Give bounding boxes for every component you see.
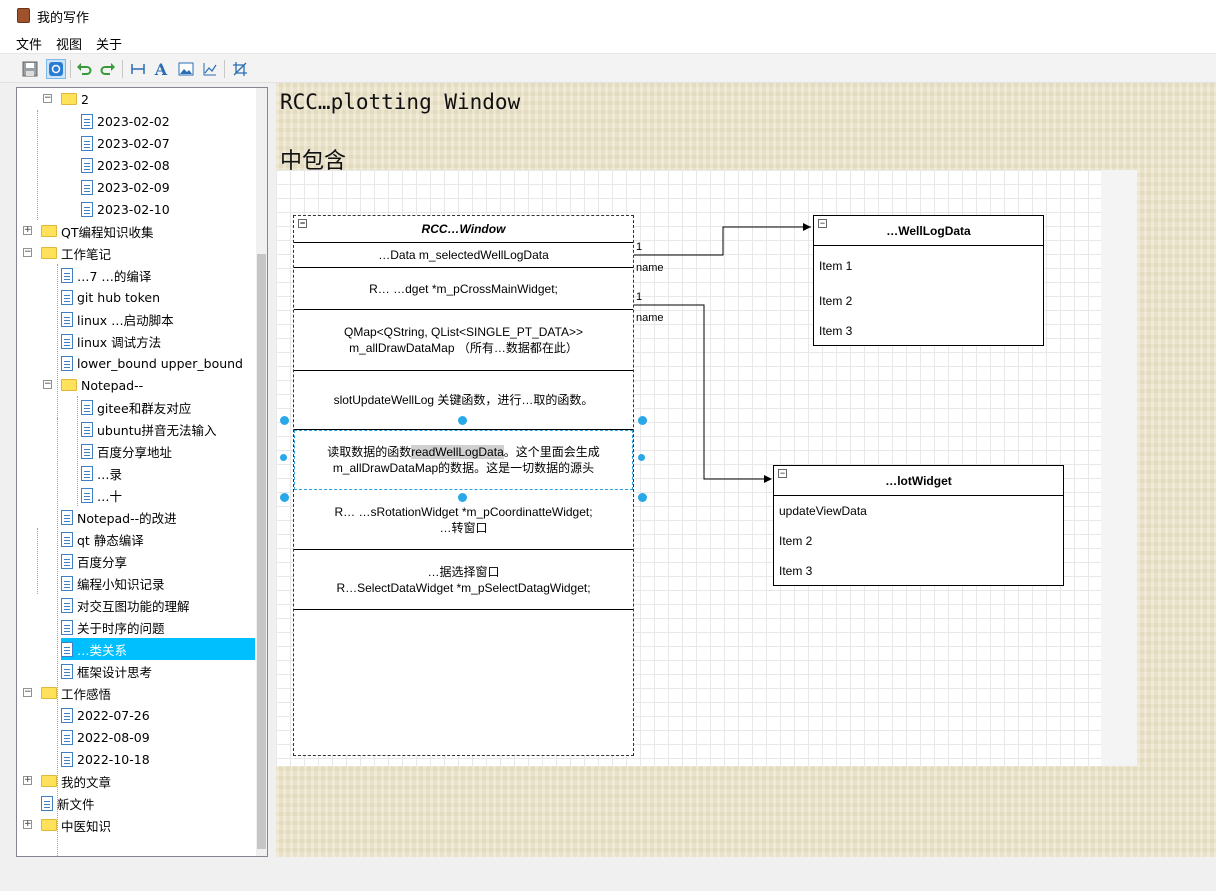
status-bar xyxy=(0,857,1216,891)
class-box-plot-widget[interactable]: − …lotWidget updateViewData Item 2 Item … xyxy=(773,465,1064,586)
class-title[interactable]: − …lotWidget xyxy=(774,466,1063,496)
class-item[interactable]: Item 2 xyxy=(819,294,852,308)
class-item[interactable]: Item 2 xyxy=(779,534,812,548)
connectors xyxy=(634,223,811,483)
class-box-well-log-data[interactable]: − …WellLogData Item 1 Item 2 Item 3 xyxy=(813,215,1044,346)
class-item[interactable]: Item 3 xyxy=(819,324,852,338)
collapse-icon[interactable]: − xyxy=(778,469,787,478)
edge-label: name xyxy=(636,312,664,324)
class-title[interactable]: − …WellLogData xyxy=(814,216,1043,246)
edge-multiplicity: 1 xyxy=(636,291,643,303)
collapse-icon[interactable]: − xyxy=(818,219,827,228)
edge-multiplicity: 1 xyxy=(636,241,643,253)
class-item[interactable]: Item 1 xyxy=(819,259,852,273)
edge-label: name xyxy=(636,262,664,274)
class-item[interactable]: updateViewData xyxy=(779,504,867,518)
class-item[interactable]: Item 3 xyxy=(779,564,812,578)
